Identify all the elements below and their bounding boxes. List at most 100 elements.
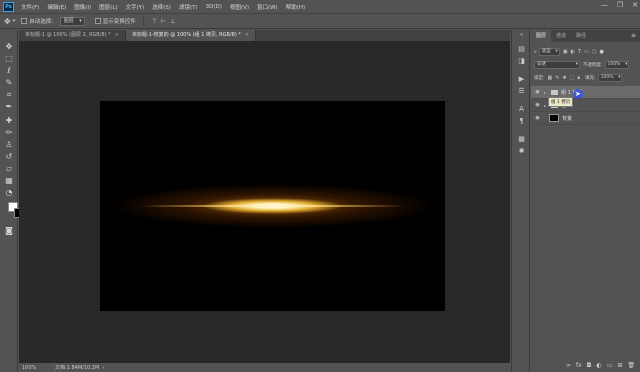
layer-row[interactable]: ◉ 背景 bbox=[531, 112, 640, 125]
auto-select-dropdown[interactable]: 图层 ▾ bbox=[59, 16, 85, 26]
paragraph-icon[interactable]: ¶ bbox=[516, 116, 527, 126]
options-bar: ✥ ▾ 自动选择： 图层 ▾ 显示变换控件 ⊤ ⊢ ⊥ bbox=[0, 13, 640, 29]
link-icon[interactable]: ∞ bbox=[566, 362, 571, 369]
panel-menu-icon[interactable]: ≡ bbox=[631, 30, 636, 42]
align-top-icon[interactable]: ⊤ bbox=[152, 18, 157, 25]
filter-pixel-icon[interactable]: ▣ bbox=[563, 49, 568, 55]
eraser-icon[interactable]: ▱ bbox=[3, 164, 15, 174]
auto-select-checkbox[interactable] bbox=[21, 18, 28, 24]
brushes-icon[interactable]: ✺ bbox=[516, 146, 527, 156]
lock-all-icon[interactable]: 🔒︎ bbox=[577, 75, 580, 81]
doc-tab-1[interactable]: 未标题-1 @ 100% (图层 2, RGB/8) * × bbox=[19, 30, 126, 41]
menu-view[interactable]: 视图(V) bbox=[226, 3, 253, 11]
menu-layer[interactable]: 图层(L) bbox=[95, 3, 121, 11]
show-transform-label: 显示变换控件 bbox=[102, 19, 136, 25]
align-bottom-icon[interactable]: ⊥ bbox=[170, 18, 175, 25]
eye-icon[interactable]: ◉ bbox=[533, 102, 542, 108]
blend-mode-dropdown[interactable]: 穿透 ▾ bbox=[534, 61, 580, 69]
marquee-icon[interactable]: ⬚ bbox=[3, 54, 15, 64]
close-icon[interactable]: × bbox=[245, 32, 249, 38]
tab-channels[interactable]: 通道 bbox=[551, 30, 571, 42]
brush-icon[interactable]: ✏ bbox=[3, 128, 15, 138]
move-tool-icon[interactable]: ✥ bbox=[4, 17, 11, 26]
restore-icon[interactable]: ❐ bbox=[617, 1, 623, 9]
folder-icon bbox=[551, 89, 558, 95]
trash-icon[interactable]: 🗑︎ bbox=[627, 362, 635, 369]
move-icon[interactable]: ✥ bbox=[3, 42, 15, 52]
character-icon[interactable]: A bbox=[516, 104, 527, 114]
menu-window[interactable]: 窗口(W) bbox=[253, 3, 282, 11]
document-canvas[interactable] bbox=[100, 101, 445, 311]
chevron-right-icon[interactable]: ▸ bbox=[544, 90, 550, 95]
menu-filter[interactable]: 滤镜(T) bbox=[175, 3, 202, 11]
menu-3d[interactable]: 3D(D) bbox=[202, 4, 226, 10]
menu-file[interactable]: 文件(F) bbox=[17, 3, 43, 11]
canvas-workspace[interactable] bbox=[19, 41, 510, 363]
fill-input[interactable]: 100% ▾ bbox=[597, 74, 623, 82]
chevron-down-icon: ▾ bbox=[618, 75, 621, 80]
filter-smart-icon[interactable]: ▢ bbox=[592, 49, 597, 55]
mask-icon[interactable]: ◘ bbox=[587, 362, 592, 369]
filter-toggle-icon[interactable]: ● bbox=[599, 49, 603, 55]
doc-tab-2[interactable]: 未标题-1-恢复的 @ 100% (组 1 拷贝, RGB/8) * × bbox=[125, 30, 257, 41]
light-streak bbox=[140, 205, 405, 207]
adjustment-icon[interactable]: ◐ bbox=[596, 362, 601, 369]
menu-edit[interactable]: 编辑(E) bbox=[43, 3, 70, 11]
fx-icon[interactable]: fx bbox=[576, 362, 582, 369]
align-middle-icon[interactable]: ⊢ bbox=[161, 18, 166, 25]
actions-icon[interactable]: ▶ bbox=[516, 74, 527, 84]
new-group-icon[interactable]: ▭ bbox=[607, 362, 613, 369]
filter-adjust-icon[interactable]: ◐ bbox=[571, 49, 575, 55]
layer-tooltip: 组 1 拷贝 bbox=[548, 97, 574, 107]
tab-paths[interactable]: 路径 bbox=[571, 30, 591, 42]
tools-panel: ✥ ⬚ ℓ ✎ ⌗ ✒ ✚ ✏ ♙ ↺ ▱ ▦ ◔ ◙ bbox=[0, 30, 24, 372]
lasso-icon[interactable]: ℓ bbox=[3, 66, 15, 76]
tab-layers[interactable]: 图层 bbox=[531, 30, 552, 42]
swatches-icon[interactable]: ▦ bbox=[516, 134, 527, 144]
healing-icon[interactable]: ✚ bbox=[3, 116, 15, 126]
blur-icon[interactable]: ◔ bbox=[3, 188, 15, 198]
collapsed-panels-strip: « ▤ ◨ ▶ ☰ A ¶ ▦ ✺ bbox=[511, 30, 530, 372]
opacity-input[interactable]: 100% ▾ bbox=[604, 61, 630, 69]
quick-mask-icon[interactable]: ◙ bbox=[3, 226, 15, 236]
document-tabs: 未标题-1 @ 100% (图层 2, RGB/8) * × 未标题-1-恢复的 … bbox=[19, 30, 510, 41]
stamp-icon[interactable]: ♙ bbox=[3, 140, 15, 150]
lock-move-icon[interactable]: ✥ bbox=[562, 75, 566, 81]
search-icon: ⌕ bbox=[534, 49, 537, 55]
blend-row: 穿透 ▾ 不透明度: 100% ▾ bbox=[531, 61, 640, 69]
history-icon[interactable]: ▤ bbox=[516, 44, 527, 54]
filter-type-icon[interactable]: T bbox=[578, 49, 581, 55]
show-transform-checkbox[interactable] bbox=[94, 18, 101, 24]
photoshop-logo: Ps bbox=[3, 1, 14, 12]
menu-select[interactable]: 选择(S) bbox=[148, 3, 175, 11]
history-brush-icon[interactable]: ↺ bbox=[3, 152, 15, 162]
crop-icon[interactable]: ⌗ bbox=[3, 90, 15, 100]
eye-icon[interactable]: ◉ bbox=[533, 89, 542, 95]
menu-image[interactable]: 图像(I) bbox=[70, 3, 95, 11]
lock-brush-icon[interactable]: ✎ bbox=[555, 75, 559, 81]
menu-type[interactable]: 文字(Y) bbox=[122, 3, 149, 11]
chevron-right-icon[interactable]: › bbox=[102, 365, 104, 371]
properties-icon[interactable]: ☰ bbox=[516, 86, 527, 96]
lock-transparent-icon[interactable]: ▦ bbox=[548, 75, 553, 81]
cursor-arrow-icon: ➤ bbox=[575, 90, 581, 98]
chevron-down-icon: ▾ bbox=[79, 17, 82, 24]
lock-artboard-icon[interactable]: ⬚ bbox=[570, 75, 575, 81]
quick-select-icon[interactable]: ✎ bbox=[3, 78, 15, 88]
collapse-icon[interactable]: « bbox=[516, 30, 527, 40]
close-icon[interactable]: × bbox=[115, 32, 119, 38]
minimize-icon[interactable]: — bbox=[601, 1, 608, 9]
zoom-level[interactable]: 100% bbox=[19, 365, 49, 371]
gradient-panel-icon[interactable]: ◨ bbox=[516, 56, 527, 66]
tool-preset-chevron-icon[interactable]: ▾ bbox=[13, 18, 16, 24]
menu-help[interactable]: 帮助(H) bbox=[282, 3, 309, 11]
eyedropper-icon[interactable]: ✒ bbox=[3, 102, 15, 112]
divider bbox=[142, 16, 144, 26]
filter-row: ⌕ 类型 ▾ ▣ ◐ T ▭ ▢ ● bbox=[531, 48, 640, 56]
eye-icon[interactable]: ◉ bbox=[533, 115, 542, 121]
gradient-icon[interactable]: ▦ bbox=[3, 176, 15, 186]
kind-filter-dropdown[interactable]: 类型 ▾ bbox=[538, 48, 560, 56]
new-layer-icon[interactable]: ⊞ bbox=[617, 362, 622, 369]
close-icon[interactable]: ✕ bbox=[632, 1, 638, 9]
filter-shape-icon[interactable]: ▭ bbox=[584, 49, 589, 55]
